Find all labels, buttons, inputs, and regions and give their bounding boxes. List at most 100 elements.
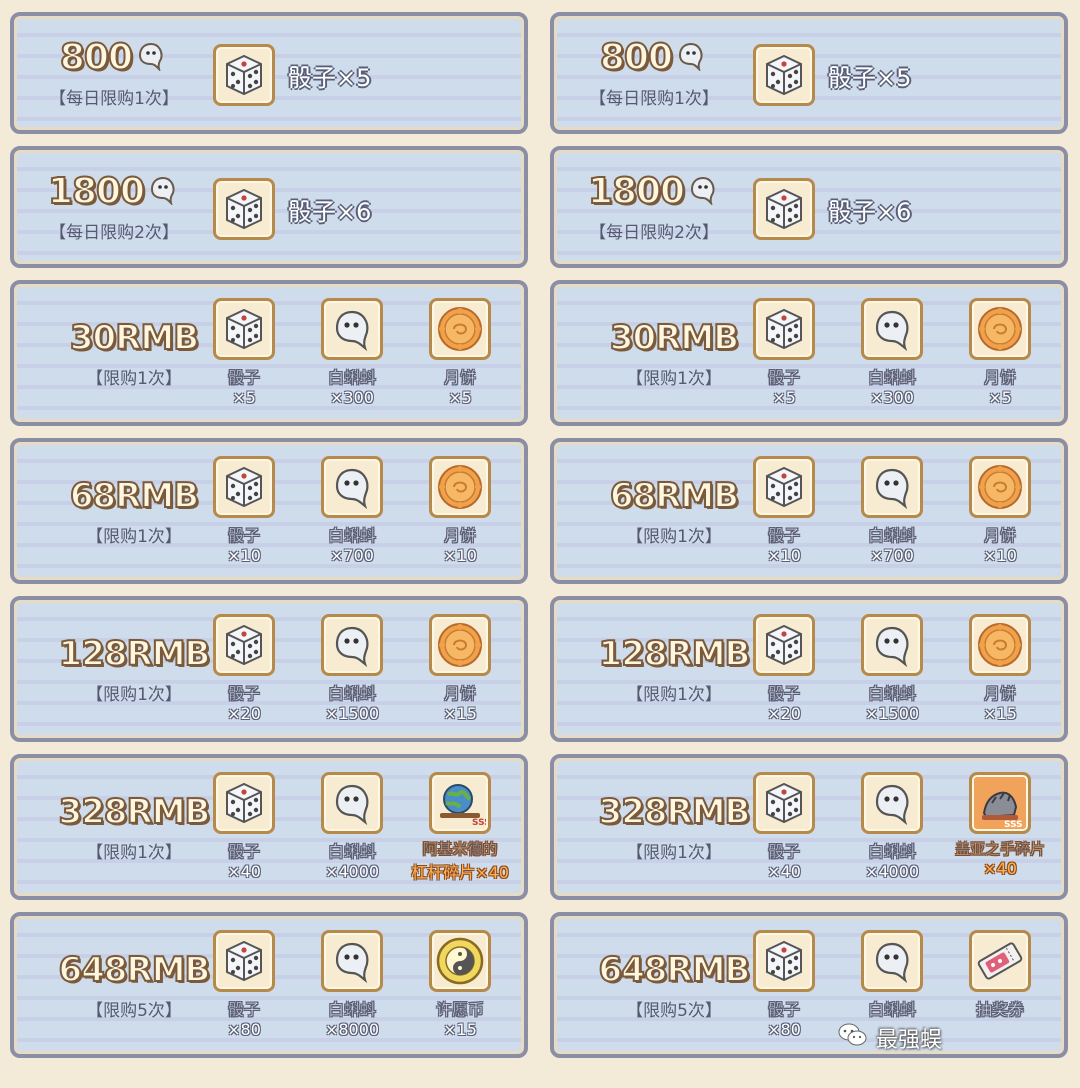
- mooncake-icon: [429, 614, 491, 676]
- reward-name: 白蝌蚪: [327, 684, 377, 704]
- purchase-limit: 【限购1次】: [626, 684, 722, 705]
- reward-item: SSS 盖亚之手碎片 ×40: [955, 772, 1045, 881]
- tadpole-icon: [321, 298, 383, 360]
- purchase-limit: 【限购5次】: [86, 1000, 182, 1021]
- shop-offer-card[interactable]: 800 【每日限购1次】 骰子×5: [550, 12, 1068, 134]
- reward-quantity: ×80: [227, 1020, 261, 1039]
- reward-quantity: ×40: [983, 859, 1017, 878]
- shop-offer-card[interactable]: 648RMB 【限购5次】 骰子 ×80 白蝌蚪 抽奖券: [550, 912, 1068, 1058]
- offer-price: 68RMB: [69, 475, 200, 517]
- shop-offer-card[interactable]: 328RMB 【限购1次】 骰子×40 白蝌蚪×4000 SSS 阿基米德的杠杆碎片×40: [10, 754, 528, 900]
- price-block: 128RMB 【限购1次】: [34, 600, 234, 738]
- reward-item: 白蝌蚪 ×1500: [858, 614, 926, 723]
- tadpole-icon: [321, 456, 383, 518]
- reward-name: 白蝌蚪: [867, 842, 917, 862]
- purchase-limit: 【限购1次】: [86, 526, 182, 547]
- reward-quantity: ×5: [232, 388, 256, 407]
- price-block: 648RMB 【限购5次】: [574, 916, 774, 1054]
- watermark: 最强蜈: [838, 1022, 942, 1054]
- reward-quantity: ×4000: [864, 862, 920, 881]
- reward-name: 白蝌蚪: [327, 368, 377, 388]
- reward-item: 骰子 ×5: [750, 298, 818, 407]
- offer-price: 648RMB: [598, 949, 752, 991]
- shop-offer-card[interactable]: 30RMB 【限购1次】 骰子 ×5 白蝌蚪 ×300 月饼 ×5: [10, 280, 528, 426]
- shop-offer-card[interactable]: 800 【每日限购1次】 骰子×5: [10, 12, 528, 134]
- reward-name: 白蝌蚪: [327, 842, 377, 862]
- reward-label: 骰子×6: [288, 197, 372, 226]
- offer-price: 30RMB: [69, 317, 200, 359]
- purchase-limit: 【每日限购2次】: [49, 223, 179, 243]
- reward-quantity: ×10: [767, 546, 801, 565]
- reward-item: 白蝌蚪 ×700: [318, 456, 386, 565]
- reward-name: 骰子: [227, 368, 261, 388]
- reward-quantity: ×4000: [324, 862, 380, 881]
- purchase-limit: 【限购1次】: [86, 368, 182, 389]
- reward-list: 骰子 ×5 白蝌蚪 ×300 月饼 ×5: [210, 298, 494, 407]
- reward-item: 月饼 ×15: [966, 614, 1034, 723]
- purchase-limit: 【每日限购1次】: [589, 89, 719, 109]
- reward-item: 白蝌蚪 ×300: [858, 298, 926, 407]
- reward-name: 月饼: [443, 368, 477, 388]
- bubble-icon: [688, 175, 720, 209]
- shop-offer-card[interactable]: 30RMB 【限购1次】 骰子 ×5 白蝌蚪 ×300 月饼 ×5: [550, 280, 1068, 426]
- shop-offer-card[interactable]: 648RMB 【限购5次】 骰子 ×80 白蝌蚪 ×8000 许愿币 ×15: [10, 912, 528, 1058]
- dice-icon: [753, 930, 815, 992]
- dice-icon: [753, 456, 815, 518]
- reward-quantity: ×10: [443, 546, 477, 565]
- reward-name: 骰子: [767, 368, 801, 388]
- reward-quantity: ×700: [870, 546, 914, 565]
- dice-icon: [213, 930, 275, 992]
- archimedes-lever-fragment-icon: SSS: [429, 772, 491, 834]
- shop-offer-card[interactable]: 1800 【每日限购2次】 骰子×6: [10, 146, 528, 268]
- reward-list: 骰子 ×5 白蝌蚪 ×300 月饼 ×5: [750, 298, 1034, 407]
- shop-offer-card[interactable]: 128RMB 【限购1次】 骰子 ×20 白蝌蚪 ×1500 月饼 ×15: [550, 596, 1068, 742]
- purchase-limit: 【限购5次】: [626, 1000, 722, 1021]
- reward-quantity: ×10: [227, 546, 261, 565]
- reward-quantity: ×5: [988, 388, 1012, 407]
- reward-name: 骰子: [227, 684, 261, 704]
- offer-price: 128RMB: [58, 633, 212, 675]
- reward-quantity: ×20: [767, 704, 801, 723]
- reward-item: SSS 阿基米德的杠杆碎片×40: [411, 772, 509, 883]
- lottery-ticket-icon: [969, 930, 1031, 992]
- bubble-icon: [136, 41, 168, 75]
- reward-item: 白蝌蚪 ×4000: [858, 772, 926, 881]
- reward-list: 骰子 ×40 白蝌蚪 ×4000 SSS 盖亚之手碎片 ×40: [750, 772, 1045, 881]
- reward-item: 骰子 ×40: [750, 772, 818, 881]
- shop-offer-card[interactable]: 68RMB 【限购1次】 骰子 ×10 白蝌蚪 ×700 月饼 ×10: [10, 438, 528, 584]
- reward-name: 月饼: [443, 526, 477, 546]
- price-block: 800 【每日限购1次】: [574, 16, 734, 130]
- reward-label: 骰子×5: [828, 63, 912, 92]
- reward-item: 骰子 ×5: [210, 298, 278, 407]
- reward-item: 骰子 ×20: [210, 614, 278, 723]
- gaia-hand-fragment-icon: SSS: [969, 772, 1031, 834]
- shop-offer-card[interactable]: 328RMB 【限购1次】 骰子 ×40 白蝌蚪 ×4000 SSS 盖亚之手碎片 ×40: [550, 754, 1068, 900]
- offer-price: 30RMB: [609, 317, 740, 359]
- offer-price: 68RMB: [609, 475, 740, 517]
- reward-quantity: ×5: [448, 388, 472, 407]
- reward-list: 骰子 ×80 白蝌蚪 ×8000 许愿币 ×15: [210, 930, 494, 1039]
- reward-list: 骰子 ×20 白蝌蚪 ×1500 月饼 ×15: [210, 614, 494, 723]
- offer-price: 648RMB: [58, 949, 212, 991]
- shop-offer-card[interactable]: 1800 【每日限购2次】 骰子×6: [550, 146, 1068, 268]
- price-block: 68RMB 【限购1次】: [34, 442, 234, 580]
- reward-quantity: 杠杆碎片×40: [411, 863, 509, 882]
- offer-price: 1800: [47, 170, 146, 213]
- reward-quantity: ×40: [227, 862, 261, 881]
- reward-item: 白蝌蚪 ×700: [858, 456, 926, 565]
- price-block: 800 【每日限购1次】: [34, 16, 194, 130]
- shop-offer-card[interactable]: 128RMB 【限购1次】 骰子 ×20 白蝌蚪 ×1500 月饼 ×15: [10, 596, 528, 742]
- reward-list: 骰子×6: [210, 178, 371, 240]
- reward-name: 骰子: [767, 842, 801, 862]
- reward-item: [210, 178, 278, 240]
- reward-quantity: ×300: [330, 388, 374, 407]
- dice-icon: [213, 614, 275, 676]
- offer-price: 800: [599, 36, 674, 79]
- tadpole-icon: [861, 930, 923, 992]
- shop-offer-card[interactable]: 68RMB 【限购1次】 骰子 ×10 白蝌蚪 ×700 月饼 ×10: [550, 438, 1068, 584]
- reward-quantity: ×80: [767, 1020, 801, 1039]
- dice-icon: [753, 44, 815, 106]
- offer-column-right: 800 【每日限购1次】 骰子×5 1800 【每日限购2次】 骰子×6 30RMB 【限购1…: [550, 12, 1072, 1058]
- tadpole-icon: [321, 930, 383, 992]
- tadpole-icon: [861, 298, 923, 360]
